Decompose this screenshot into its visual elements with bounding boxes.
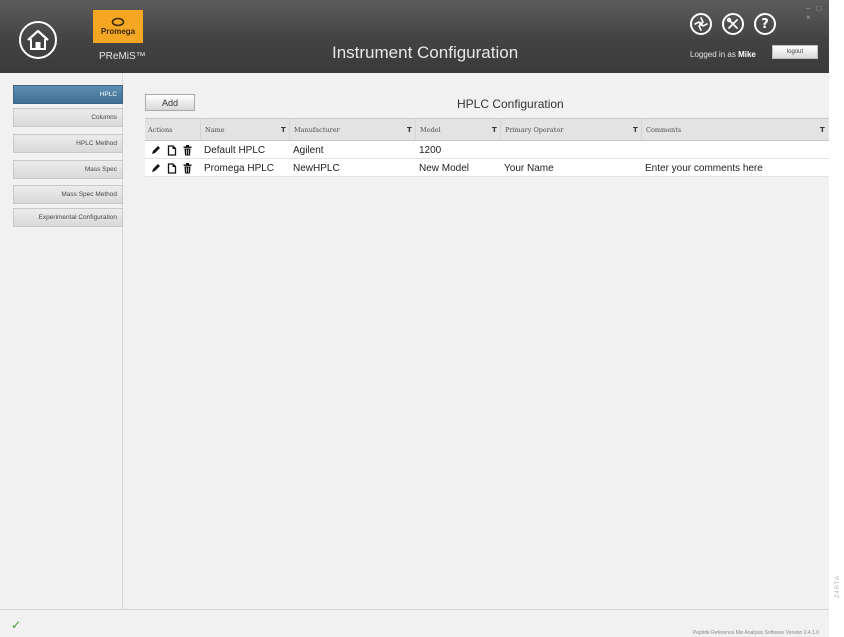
filter-icon[interactable]: T (407, 126, 412, 134)
column-header-name[interactable]: Name (200, 119, 289, 141)
sidebar-item-mass-spec[interactable]: Mass Spec (13, 160, 123, 179)
filter-icon[interactable]: T (492, 126, 497, 134)
cell-manufacturer: NewHPLC (293, 162, 340, 174)
logo-text: Promega (100, 27, 136, 36)
column-header-label: Primary Operator (505, 126, 564, 134)
promega-logo: Promega (93, 10, 143, 43)
tools-button[interactable] (722, 13, 744, 35)
section-title: HPLC Configuration (457, 97, 564, 111)
copy-icon (167, 162, 176, 174)
app-name: PReMiS™ (99, 51, 146, 62)
instrument-icon (694, 17, 708, 31)
logout-button[interactable]: logout (772, 45, 818, 59)
user-name: Mike (738, 50, 756, 59)
copy-button[interactable] (166, 162, 177, 174)
filter-icon[interactable]: T (820, 126, 825, 134)
cell-comments: Enter your comments here (645, 162, 763, 174)
check-icon: ✓ (11, 618, 22, 632)
help-button[interactable]: ? (754, 13, 776, 35)
status-bar: ✓ Peptide Reference Mix Analysis Softwar… (0, 609, 829, 637)
delete-button[interactable] (182, 162, 193, 174)
logo-mark-icon (111, 17, 125, 27)
home-icon (27, 29, 49, 50)
tools-icon (726, 17, 738, 29)
sidebar-item-mass-spec-method[interactable]: Mass Spec Method (13, 185, 123, 204)
sidebar-item-hplc[interactable]: HPLC (13, 85, 123, 104)
copy-button[interactable] (166, 144, 177, 156)
edit-icon (151, 164, 160, 172)
cell-primary-operator (500, 141, 504, 159)
table-row[interactable]: Default HPLC Agilent 1200 (145, 141, 829, 159)
copy-icon (167, 144, 176, 156)
table-row[interactable]: Promega HPLC NewHPLC New Model Your Name… (145, 159, 829, 177)
add-button[interactable]: Add (145, 94, 195, 111)
cell-name: Default HPLC (204, 144, 266, 156)
sidebar-item-experimental-configuration[interactable]: Experimental Configuration (13, 208, 123, 227)
cell-manufacturer: Agilent (293, 144, 324, 156)
sidebar-nav: HPLC Columns HPLC Method Mass Spec Mass … (0, 73, 123, 609)
instrument-button[interactable] (690, 13, 712, 35)
hplc-table: Actions Name Manufacturer Model Primary … (145, 118, 829, 177)
column-header-primary-operator[interactable]: Primary Operator (500, 119, 641, 141)
cell-comments (641, 141, 645, 159)
column-header-manufacturer[interactable]: Manufacturer (289, 119, 415, 141)
table-header: Actions Name Manufacturer Model Primary … (145, 118, 829, 141)
delete-button[interactable] (182, 144, 193, 156)
column-header-comments[interactable]: Comments (641, 119, 829, 141)
main-content: Add HPLC Configuration Actions Name Manu… (124, 73, 829, 609)
filter-icon[interactable]: T (281, 126, 286, 134)
sidebar-item-hplc-method[interactable]: HPLC Method (13, 134, 123, 153)
application-window: Promega PReMiS™ Instrument Configuration… (0, 0, 829, 637)
header-bar: Promega PReMiS™ Instrument Configuration… (0, 0, 829, 73)
home-button[interactable] (19, 21, 57, 59)
logged-in-prefix: Logged in as (690, 50, 736, 59)
delete-icon (183, 162, 192, 173)
column-header-actions: Actions (145, 119, 200, 141)
figure-code: 24RTA (835, 574, 841, 598)
app-root: Promega PReMiS™ Instrument Configuration… (0, 0, 844, 637)
version-text: Peptide Reference Mix Analysis Software … (692, 630, 819, 636)
cell-model: 1200 (419, 144, 442, 156)
cell-primary-operator: Your Name (504, 162, 554, 174)
edit-icon (151, 146, 160, 154)
help-icon: ? (761, 16, 769, 32)
column-header-label: Model (420, 126, 441, 134)
window-controls[interactable]: – □ × (806, 4, 829, 22)
cell-model: New Model (419, 162, 470, 174)
delete-icon (183, 144, 192, 155)
column-header-label: Manufacturer (294, 126, 340, 134)
column-header-model[interactable]: Model (415, 119, 500, 141)
column-header-label: Actions (148, 126, 173, 134)
column-header-label: Comments (646, 126, 682, 134)
page-title: Instrument Configuration (332, 43, 519, 62)
cell-name: Promega HPLC (204, 162, 275, 174)
sidebar-item-columns[interactable]: Columns (13, 108, 123, 127)
filter-icon[interactable]: T (633, 126, 638, 134)
edit-button[interactable] (150, 162, 161, 174)
column-header-label: Name (205, 126, 225, 134)
edit-button[interactable] (150, 144, 161, 156)
logged-in-label: Logged in as Mike (690, 50, 756, 59)
